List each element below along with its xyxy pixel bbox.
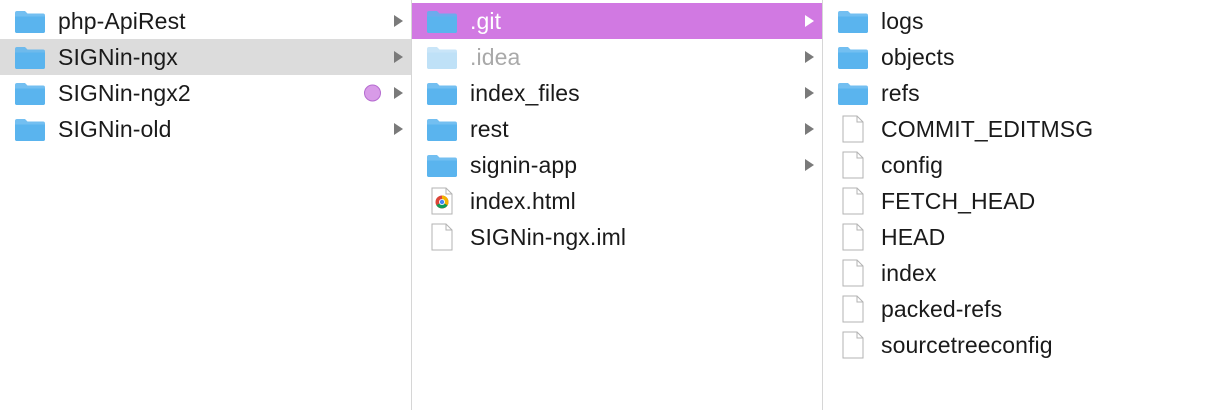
disclosure-arrow-icon bbox=[805, 87, 814, 99]
folder-icon bbox=[837, 7, 869, 35]
row-signin-ngx-iml[interactable]: SIGNin-ngx.iml bbox=[412, 219, 822, 255]
document-file-icon bbox=[837, 331, 869, 359]
row-logs[interactable]: logs bbox=[823, 3, 1218, 39]
item-name: FETCH_HEAD bbox=[881, 187, 1036, 214]
folder-icon bbox=[14, 79, 46, 107]
row-head[interactable]: HEAD bbox=[823, 219, 1218, 255]
finder-column-browser: php-ApiRest SIGNin-ngx SIGNin-ngx2 SIGNin-o… bbox=[0, 0, 1218, 410]
row-signin-ngx2[interactable]: SIGNin-ngx2 bbox=[0, 75, 411, 111]
item-name: .idea bbox=[470, 43, 521, 70]
item-name: SIGNin-old bbox=[58, 115, 172, 142]
document-file-icon bbox=[837, 295, 869, 323]
item-name: COMMIT_EDITMSG bbox=[881, 115, 1094, 142]
row-index-files[interactable]: index_files bbox=[412, 75, 822, 111]
disclosure-arrow-icon bbox=[394, 87, 403, 99]
document-file-icon bbox=[837, 115, 869, 143]
item-name: refs bbox=[881, 79, 920, 106]
document-file-icon bbox=[837, 187, 869, 215]
item-name: index bbox=[881, 259, 937, 286]
chrome-html-file-icon bbox=[426, 187, 458, 215]
disclosure-arrow-icon bbox=[805, 15, 814, 27]
item-name: sourcetreeconfig bbox=[881, 331, 1053, 358]
disclosure-arrow-icon bbox=[394, 15, 403, 27]
item-name: rest bbox=[470, 115, 509, 142]
purple-tag-dot bbox=[364, 84, 381, 102]
item-name: objects bbox=[881, 43, 955, 70]
item-name: signin-app bbox=[470, 151, 578, 178]
item-name: SIGNin-ngx.iml bbox=[470, 223, 627, 250]
disclosure-arrow-icon bbox=[394, 51, 403, 63]
row-commit-editmsg[interactable]: COMMIT_EDITMSG bbox=[823, 111, 1218, 147]
folder-icon bbox=[426, 115, 458, 143]
row-signin-app[interactable]: signin-app bbox=[412, 147, 822, 183]
row-packed-refs[interactable]: packed-refs bbox=[823, 291, 1218, 327]
row-index-html[interactable]: index.html bbox=[412, 183, 822, 219]
folder-icon bbox=[426, 7, 458, 35]
folder-icon bbox=[426, 151, 458, 179]
row-sourcetreeconfig[interactable]: sourcetreeconfig bbox=[823, 327, 1218, 363]
column-3[interactable]: logs objects refs COMMIT_EDITMSGconfig FETCH… bbox=[823, 0, 1218, 410]
disclosure-arrow-icon bbox=[805, 51, 814, 63]
document-file-icon bbox=[837, 259, 869, 287]
disclosure-arrow-icon bbox=[805, 159, 814, 171]
item-name: SIGNin-ngx2 bbox=[58, 79, 191, 106]
disclosure-arrow-icon bbox=[805, 123, 814, 135]
item-name: .git bbox=[470, 7, 502, 34]
row-objects[interactable]: objects bbox=[823, 39, 1218, 75]
item-name: index_files bbox=[470, 79, 580, 106]
folder-icon bbox=[14, 115, 46, 143]
item-name: index.html bbox=[470, 187, 576, 214]
column-1[interactable]: php-ApiRest SIGNin-ngx SIGNin-ngx2 SIGNin-o… bbox=[0, 0, 412, 410]
row-signin-ngx[interactable]: SIGNin-ngx bbox=[0, 39, 411, 75]
row-php-apirest[interactable]: php-ApiRest bbox=[0, 3, 411, 39]
folder-icon bbox=[426, 79, 458, 107]
row-git[interactable]: .git bbox=[412, 3, 822, 39]
row-idea[interactable]: .idea bbox=[412, 39, 822, 75]
row-config[interactable]: config bbox=[823, 147, 1218, 183]
folder-icon bbox=[14, 7, 46, 35]
document-file-icon bbox=[426, 223, 458, 251]
folder-icon bbox=[14, 43, 46, 71]
item-name: SIGNin-ngx bbox=[58, 43, 178, 70]
disclosure-arrow-icon bbox=[394, 123, 403, 135]
item-name: config bbox=[881, 151, 943, 178]
item-name: logs bbox=[881, 7, 924, 34]
document-file-icon bbox=[837, 151, 869, 179]
folder-icon bbox=[837, 43, 869, 71]
item-name: HEAD bbox=[881, 223, 946, 250]
folder-icon bbox=[426, 43, 458, 71]
column-2[interactable]: .git .idea index_filesrest signin-app index.… bbox=[412, 0, 823, 410]
row-fetch-head[interactable]: FETCH_HEAD bbox=[823, 183, 1218, 219]
item-name: packed-refs bbox=[881, 295, 1003, 322]
item-name: php-ApiRest bbox=[58, 7, 186, 34]
row-rest[interactable]: rest bbox=[412, 111, 822, 147]
row-signin-old[interactable]: SIGNin-old bbox=[0, 111, 411, 147]
folder-icon bbox=[837, 79, 869, 107]
row-index[interactable]: index bbox=[823, 255, 1218, 291]
row-refs[interactable]: refs bbox=[823, 75, 1218, 111]
document-file-icon bbox=[837, 223, 869, 251]
